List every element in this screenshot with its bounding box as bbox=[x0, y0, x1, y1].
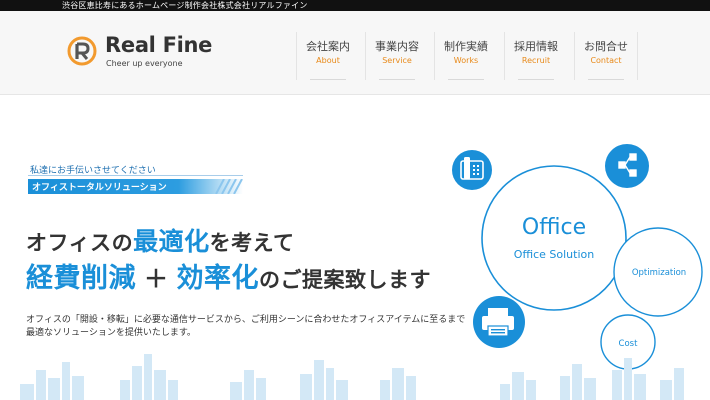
hero-tag-label: オフィストータルソリューション bbox=[32, 183, 167, 193]
nav-label-en: Works bbox=[453, 56, 479, 65]
headline2-post: のご提案致します bbox=[259, 268, 431, 292]
top-bar: 渋谷区恵比寿にあるホームページ制作会社株式会社リアルファイン bbox=[0, 0, 710, 11]
nav-item-contact[interactable]: お問合せ Contact bbox=[574, 32, 638, 80]
nav-label-en: Recruit bbox=[521, 56, 551, 65]
nav-label-en: Service bbox=[382, 56, 412, 65]
nav-underline bbox=[588, 79, 624, 80]
headline1-pre: オフィスの bbox=[26, 231, 134, 255]
top-bar-text: 渋谷区恵比寿にあるホームページ制作会社株式会社リアルファイン bbox=[62, 1, 308, 10]
nav-item-about[interactable]: 会社案内 About bbox=[296, 32, 359, 80]
stripes-decoration bbox=[215, 179, 243, 194]
site-logo[interactable]: Real Fine Cheer up everyone bbox=[66, 33, 226, 75]
nav-label-jp: 会社案内 bbox=[306, 40, 350, 53]
headline2-highlight-2: 効率化 bbox=[176, 263, 259, 294]
hero-headline-1: オフィスの最適化を考えて bbox=[26, 222, 295, 258]
nav-underline bbox=[448, 79, 484, 80]
nav-label-jp: 採用情報 bbox=[514, 40, 558, 53]
headline1-highlight: 最適化 bbox=[133, 227, 210, 256]
network-icon-bg bbox=[605, 144, 649, 188]
nav-label-jp: 事業内容 bbox=[375, 40, 419, 53]
nav-item-service[interactable]: 事業内容 Service bbox=[365, 32, 428, 80]
main-title: Office bbox=[522, 215, 586, 240]
nav-underline bbox=[518, 79, 554, 80]
site-header: Real Fine Cheer up everyone 会社案内 About 事… bbox=[0, 11, 710, 95]
hero-tag-banner: オフィストータルソリューション bbox=[28, 179, 243, 194]
nav-item-works[interactable]: 制作実績 Works bbox=[434, 32, 497, 80]
city-skyline-decoration bbox=[20, 354, 684, 400]
desc-line-1: オフィスの「開設・移転」に必要な通信サービスから、ご利用シーンに合わせたオフィス… bbox=[26, 315, 466, 325]
desc-line-2: 最適なソリューションを提供いたします。 bbox=[26, 328, 196, 338]
nav-underline bbox=[310, 79, 346, 80]
headline2-highlight-1: 経費削減 bbox=[26, 263, 136, 294]
headline1-post: を考えて bbox=[209, 231, 295, 255]
nav-underline bbox=[379, 79, 415, 80]
main-subtitle: Office Solution bbox=[514, 248, 594, 261]
nav-label-jp: 制作実績 bbox=[444, 40, 488, 53]
phone-icon-bg bbox=[452, 150, 492, 190]
hero-headline-2: 経費削減 ＋効率化のご提案致します bbox=[26, 256, 431, 295]
nav-label-jp: お問合せ bbox=[584, 40, 628, 53]
logo-tagline: Cheer up everyone bbox=[106, 59, 183, 68]
nav-item-recruit[interactable]: 採用情報 Recruit bbox=[504, 32, 567, 80]
logo-mark-icon bbox=[67, 36, 97, 66]
divider bbox=[28, 175, 243, 176]
logo-brand-text: Real Fine bbox=[105, 33, 213, 57]
nav-label-en: Contact bbox=[590, 56, 622, 65]
hero-description: オフィスの「開設・移転」に必要な通信サービスから、ご利用シーンに合わせたオフィス… bbox=[26, 314, 466, 340]
nav-label-en: About bbox=[316, 56, 340, 65]
optimization-label: Optimization bbox=[632, 268, 686, 278]
headline2-plus: ＋ bbox=[144, 265, 169, 293]
